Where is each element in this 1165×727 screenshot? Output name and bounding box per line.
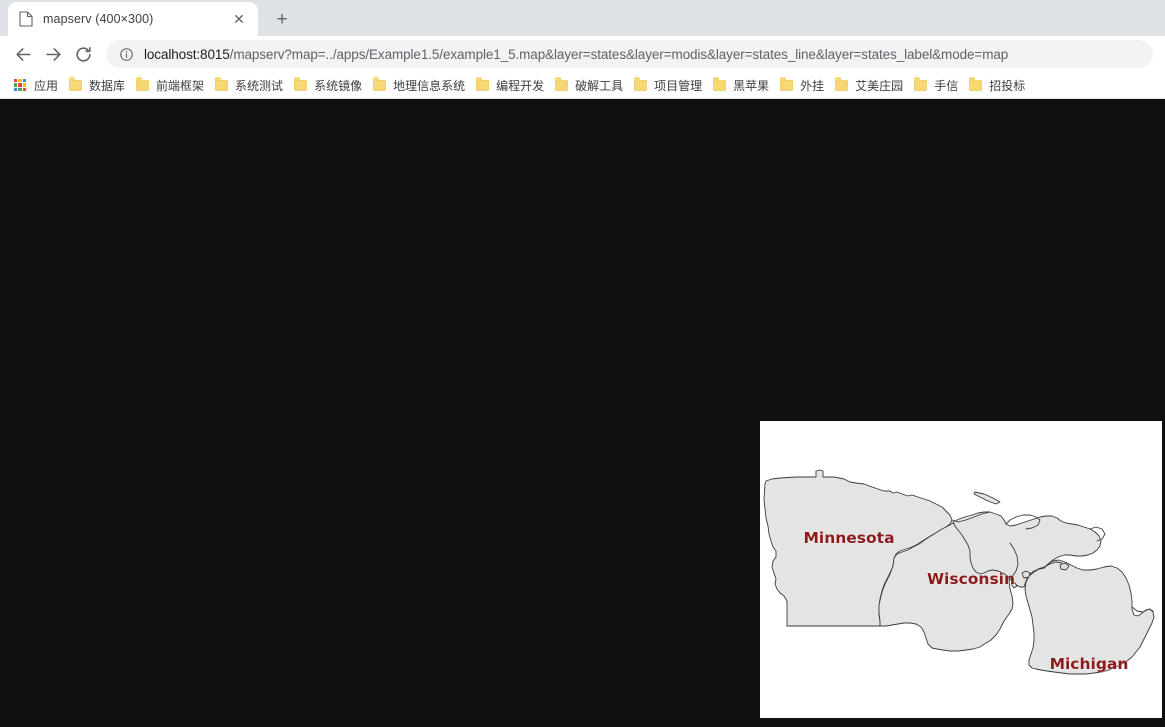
folder-icon bbox=[632, 77, 648, 93]
apps-grid-icon bbox=[12, 77, 28, 93]
info-circle-icon[interactable] bbox=[118, 46, 134, 62]
bookmark-label: 艾美庄园 bbox=[855, 78, 904, 93]
url-host: localhost:8015 bbox=[144, 46, 230, 62]
bookmark-label: 项目管理 bbox=[654, 78, 703, 93]
bookmark-item[interactable]: 数据库 bbox=[65, 74, 132, 96]
folder-icon bbox=[912, 77, 928, 93]
page-content: Minnesota Wisconsin Michigan bbox=[0, 99, 1165, 726]
bookmark-item[interactable]: 艾美庄园 bbox=[831, 74, 910, 96]
tab-strip: mapserv (400×300) ✕ + bbox=[0, 0, 1165, 36]
map-image[interactable]: Minnesota Wisconsin Michigan bbox=[760, 421, 1162, 718]
bookmark-item[interactable]: 黑苹果 bbox=[709, 74, 776, 96]
bookmark-item[interactable]: 前端框架 bbox=[132, 74, 211, 96]
browser-toolbar: localhost:8015/mapserv?map=../apps/Examp… bbox=[0, 36, 1165, 72]
bookmark-label: 前端框架 bbox=[156, 78, 205, 93]
bookmark-item[interactable]: 招投标 bbox=[965, 74, 1032, 96]
forward-button[interactable] bbox=[38, 39, 68, 69]
bookmark-item[interactable]: 手信 bbox=[910, 74, 965, 96]
folder-icon bbox=[553, 77, 569, 93]
bookmark-label: 地理信息系统 bbox=[393, 78, 466, 93]
reload-button[interactable] bbox=[68, 39, 98, 69]
map-label-wisconsin: Wisconsin bbox=[927, 570, 1015, 588]
address-bar[interactable]: localhost:8015/mapserv?map=../apps/Examp… bbox=[106, 40, 1153, 68]
map-svg: Minnesota Wisconsin Michigan bbox=[763, 469, 1155, 675]
bookmark-label: 系统测试 bbox=[235, 78, 284, 93]
bookmark-label: 破解工具 bbox=[575, 78, 624, 93]
bookmark-label: 系统镜像 bbox=[314, 78, 363, 93]
close-icon[interactable]: ✕ bbox=[230, 10, 248, 28]
folder-icon bbox=[711, 77, 727, 93]
browser-chrome: mapserv (400×300) ✕ + localhost:8015/map… bbox=[0, 0, 1165, 99]
bookmark-item[interactable]: 地理信息系统 bbox=[369, 74, 472, 96]
new-tab-button[interactable]: + bbox=[268, 5, 296, 33]
folder-icon bbox=[292, 77, 308, 93]
bookmarks-bar: 应用 数据库 前端框架 系统测试 系统镜像 地理信息系统 编程开发 破解工具 项目管理 黑苹果 外挂… bbox=[0, 72, 1165, 99]
bookmark-label: 招投标 bbox=[989, 78, 1026, 93]
state-polygon-isle-royale bbox=[973, 491, 1001, 505]
bookmark-item[interactable]: 破解工具 bbox=[551, 74, 630, 96]
bookmark-item[interactable]: 应用 bbox=[10, 74, 65, 96]
bookmark-item[interactable]: 编程开发 bbox=[472, 74, 551, 96]
folder-icon bbox=[778, 77, 794, 93]
map-label-michigan: Michigan bbox=[1050, 655, 1129, 673]
folder-icon bbox=[371, 77, 387, 93]
folder-icon bbox=[213, 77, 229, 93]
bookmark-item[interactable]: 外挂 bbox=[776, 74, 831, 96]
map-label-minnesota: Minnesota bbox=[803, 529, 894, 547]
bookmark-item[interactable]: 系统镜像 bbox=[290, 74, 369, 96]
bookmark-label: 数据库 bbox=[89, 78, 126, 93]
folder-icon bbox=[474, 77, 490, 93]
url-path: /mapserv?map=../apps/Example1.5/example1… bbox=[229, 46, 1009, 62]
url-text: localhost:8015/mapserv?map=../apps/Examp… bbox=[144, 47, 1008, 62]
folder-icon bbox=[967, 77, 983, 93]
bookmark-label: 应用 bbox=[34, 78, 59, 93]
bookmark-label: 外挂 bbox=[800, 78, 825, 93]
bookmark-label: 黑苹果 bbox=[733, 78, 770, 93]
tab-title: mapserv (400×300) bbox=[43, 12, 154, 26]
page-icon bbox=[18, 11, 34, 27]
folder-icon bbox=[67, 77, 83, 93]
folder-icon bbox=[833, 77, 849, 93]
browser-tab[interactable]: mapserv (400×300) ✕ bbox=[8, 2, 258, 36]
bookmark-item[interactable]: 系统测试 bbox=[211, 74, 290, 96]
bookmark-label: 手信 bbox=[934, 78, 959, 93]
folder-icon bbox=[134, 77, 150, 93]
back-button[interactable] bbox=[8, 39, 38, 69]
state-polygon-island-a bbox=[1021, 570, 1031, 579]
bookmark-label: 编程开发 bbox=[496, 78, 545, 93]
bookmark-item[interactable]: 项目管理 bbox=[630, 74, 709, 96]
